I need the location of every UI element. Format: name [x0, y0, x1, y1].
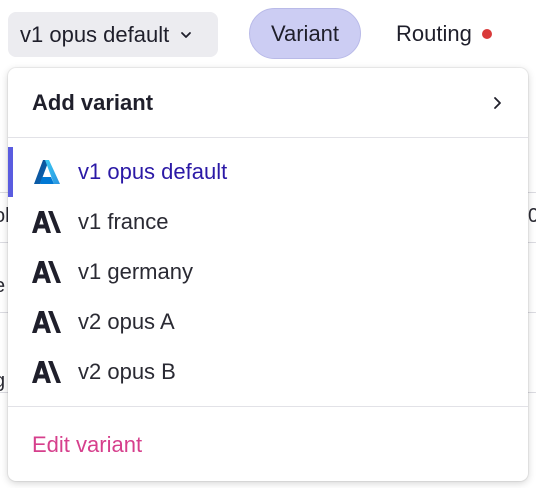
tab-variant[interactable]: Variant	[249, 8, 361, 59]
variant-item-label: v2 opus B	[78, 359, 176, 384]
chevron-right-icon	[490, 90, 504, 116]
edit-variant-label: Edit variant	[32, 432, 143, 457]
anthropic-logo-icon	[32, 209, 62, 235]
toolbar: v1 opus default Variant Routing	[0, 0, 536, 68]
bg-text-fragment: 0	[528, 205, 536, 227]
variant-item-v1-france[interactable]: v1 france	[8, 197, 528, 247]
tab-routing-label: Routing	[396, 20, 472, 46]
edit-variant-link[interactable]: Edit variant	[8, 420, 528, 470]
bg-text-fragment: g	[0, 370, 5, 393]
status-dot	[481, 28, 492, 39]
anthropic-logo-icon	[32, 359, 62, 385]
anthropic-logo-icon	[32, 309, 62, 335]
tab-variant-label: Variant	[270, 20, 340, 46]
variant-item-label: v1 france	[78, 209, 169, 234]
variant-item-v2-opus-b[interactable]: v2 opus B	[8, 347, 528, 397]
bg-text-fragment: e	[0, 275, 5, 298]
menu-divider	[8, 137, 528, 138]
anthropic-logo-icon	[32, 259, 62, 285]
chevron-down-icon	[179, 28, 193, 42]
variant-select-value: v1 opus default	[20, 21, 170, 47]
variant-item-v1-germany[interactable]: v1 germany	[8, 247, 528, 297]
variant-dropdown-menu: Add variant v1 opus default v1 france v1…	[8, 68, 528, 481]
variant-select[interactable]: v1 opus default	[8, 12, 218, 57]
variant-item-label: v2 opus A	[78, 309, 175, 334]
add-variant-label: Add variant	[32, 90, 154, 115]
variant-item-label: v1 opus default	[78, 159, 228, 184]
tab-routing[interactable]: Routing	[380, 8, 520, 59]
variant-item-label: v1 germany	[78, 259, 193, 284]
variant-item-v2-opus-a[interactable]: v2 opus A	[8, 297, 528, 347]
menu-divider	[8, 406, 528, 407]
variant-item-v1-opus-default[interactable]: v1 opus default	[8, 147, 528, 197]
add-variant-menu-item[interactable]: Add variant	[8, 68, 528, 138]
azure-logo-icon	[32, 159, 62, 185]
